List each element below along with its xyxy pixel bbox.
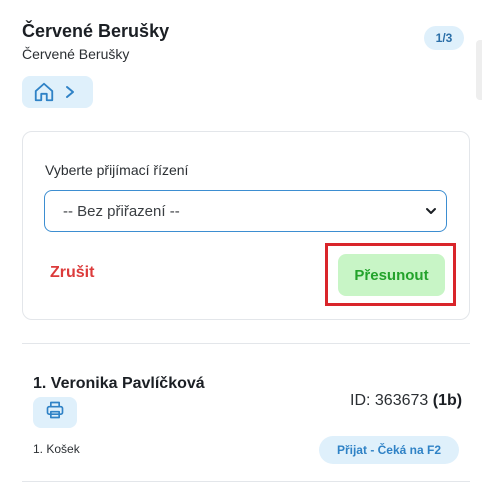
printer-icon — [45, 400, 65, 425]
divider — [22, 343, 470, 344]
page-indicator-badge: 1/3 — [424, 26, 464, 50]
move-button[interactable]: Přesunout — [338, 254, 445, 296]
home-icon[interactable] — [33, 81, 55, 103]
admission-select[interactable]: -- Bez přiřazení -- — [44, 190, 447, 232]
candidate-basket: 1. Košek — [33, 442, 80, 456]
cancel-button[interactable]: Zrušit — [50, 264, 94, 282]
candidate-name: 1. Veronika Pavlíčková — [33, 375, 205, 392]
chevron-right-icon — [64, 85, 76, 99]
candidate-id-suffix: (1b) — [432, 392, 463, 409]
divider — [22, 481, 470, 482]
select-label: Vyberte přijímací řízení — [45, 162, 189, 178]
page-subtitle: Červené Berušky — [22, 46, 130, 62]
breadcrumb — [22, 76, 93, 108]
chevron-down-icon — [424, 204, 438, 222]
select-value: -- Bez přiřazení -- — [63, 202, 180, 220]
candidate-id-label: ID: 363673 — [350, 392, 429, 409]
candidate-id: ID: 363673 (1b) — [350, 392, 462, 410]
scrollbar-edge[interactable] — [476, 40, 482, 100]
print-button[interactable] — [33, 397, 77, 428]
page-title: Červené Berušky — [22, 21, 170, 41]
status-badge[interactable]: Přijat - Čeká na F2 — [319, 436, 459, 464]
